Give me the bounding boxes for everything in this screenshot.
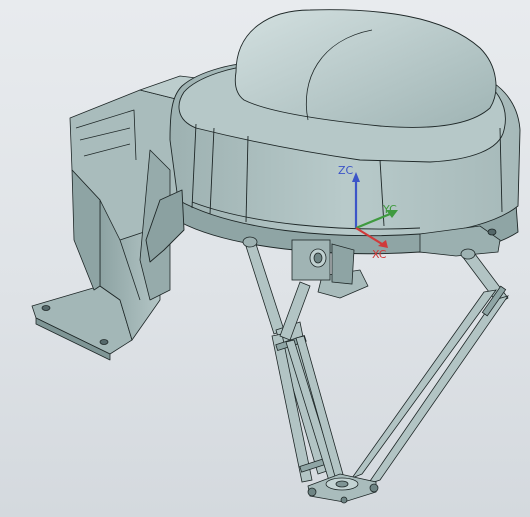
delta-robot-model[interactable]: ZC YC XC	[0, 0, 530, 517]
x-axis-label: XC	[372, 248, 387, 261]
motor-housing	[145, 9, 521, 263]
z-axis-label: ZC	[338, 164, 354, 177]
end-effector	[307, 473, 379, 504]
cad-3d-viewport[interactable]: ZC YC XC	[0, 0, 530, 517]
y-axis-label: YC	[382, 203, 397, 216]
delta-arm-right	[350, 248, 509, 485]
